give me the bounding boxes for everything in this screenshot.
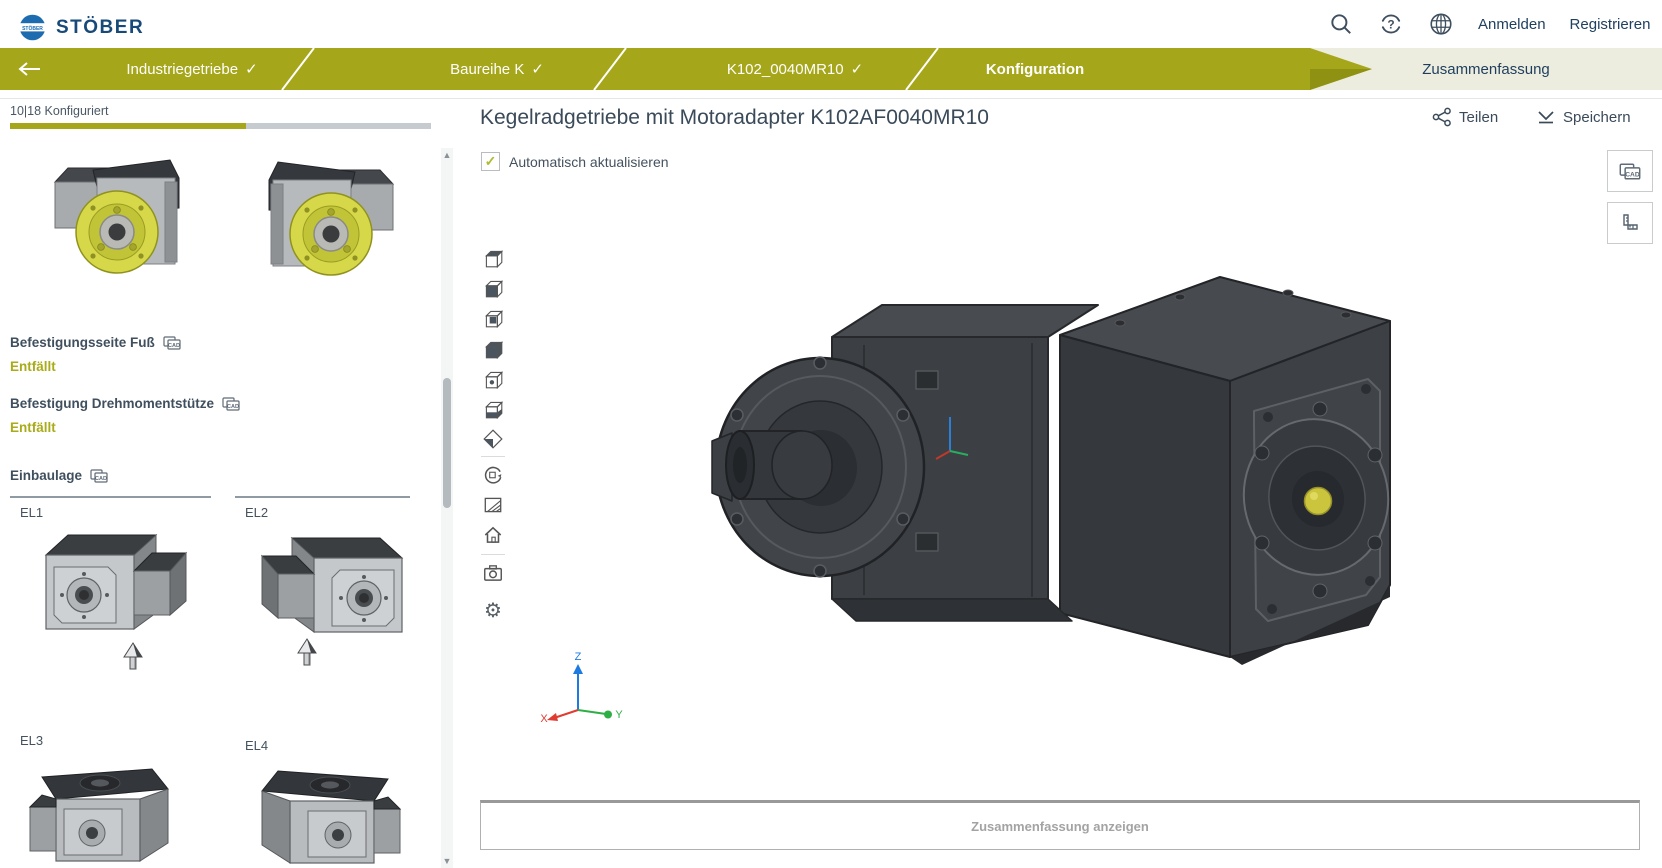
section-value: Entfällt [10,359,56,374]
sidebar-scrollbar-thumb[interactable] [443,378,451,508]
auto-update-checkbox[interactable]: ✓ [481,152,500,171]
scroll-up-icon[interactable]: ▲ [441,148,453,162]
scroll-down-icon[interactable]: ▼ [441,854,453,868]
view-front-icon[interactable] [482,368,504,390]
cad-download-icon[interactable] [222,397,240,411]
progress-bar [10,123,431,129]
view-bottom-icon[interactable] [482,398,504,420]
step-check-icon: ✓ [531,60,544,78]
cad-export-button[interactable] [1607,150,1653,192]
progress-label: 10|18 Konfiguriert [10,104,108,118]
back-arrow-icon [18,61,42,77]
header-divider [0,98,1662,99]
sidebar-scrollbar-track[interactable] [441,148,453,868]
viewer-settings-icon[interactable]: ⚙ [482,600,504,622]
progress-fill [10,123,246,129]
view-back-icon[interactable] [482,307,504,329]
step-k102-0040mr10[interactable]: K102_0040MR10 ✓ [727,48,863,90]
option-column-rule [10,496,211,498]
measure-button[interactable] [1607,202,1653,244]
view-isometric-icon[interactable] [482,428,504,450]
language-globe-icon[interactable] [1428,11,1454,37]
logo-micro-text: STÖBER [22,25,43,32]
toolbar-divider [481,456,505,457]
view-top-icon[interactable] [482,247,504,269]
einbaulage-option-el3-label: EL3 [20,733,43,748]
page-title: Kegelradgetriebe mit Motoradapter K102AF… [480,106,989,130]
option-thumbnail-right[interactable] [268,150,413,283]
section-befestigung-drehmomentstuetze: Befestigung Drehmomentstütze [10,396,240,411]
share-icon [1432,107,1452,127]
step-industriegetriebe[interactable]: Industriegetriebe ✓ [126,48,257,90]
help-icon[interactable]: ? [1378,11,1404,37]
cad-download-icon[interactable] [90,469,108,483]
einbaulage-option-el4[interactable] [252,757,402,868]
axis-z-label: Z [575,651,582,663]
einbaulage-option-el1[interactable] [38,527,188,637]
toolbar-divider [481,554,505,555]
share-button[interactable]: Teilen [1432,107,1498,127]
step-check-icon: ✓ [851,60,864,78]
cad-download-icon[interactable] [163,336,181,350]
configurator-stepper: Industriegetriebe ✓ Baureihe K ✓ K102_00… [0,48,1662,90]
section-einbaulage: Einbaulage [10,468,108,483]
stoeber-logo-icon: STÖBER [18,13,47,42]
section-value: Entfällt [10,420,56,435]
step-baureihe-k[interactable]: Baureihe K ✓ [450,48,544,90]
rotate-view-icon[interactable] [482,464,504,486]
brand-wordmark: STÖBER [56,17,144,39]
mounting-direction-arrow-icon [122,642,144,670]
register-link[interactable]: Registrieren [1570,16,1651,33]
einbaulage-option-el3[interactable] [28,755,178,868]
section-plane-icon[interactable] [482,494,504,516]
svg-text:?: ? [1387,18,1394,32]
viewer-axis-triad: Z X Y [540,650,624,726]
einbaulage-option-el4-label: EL4 [245,738,268,753]
measure-ruler-icon [1619,212,1641,234]
option-column-rule [235,496,410,498]
login-link[interactable]: Anmelden [1478,16,1546,33]
axis-x-label: X [540,713,548,725]
save-button[interactable]: Speichern [1536,107,1631,127]
view-left-icon[interactable] [482,277,504,299]
search-icon[interactable] [1328,11,1354,37]
cad-download-icon [1619,163,1641,180]
save-icon [1536,107,1556,127]
einbaulage-option-el2-label: EL2 [245,505,268,520]
back-button[interactable] [10,48,50,90]
einbaulage-option-el2[interactable] [260,530,410,640]
gearbox-3d-model[interactable] [620,205,1420,705]
stoeber-logo[interactable]: STÖBER STÖBER [18,13,144,42]
auto-update-label: Automatisch aktualisieren [509,154,669,170]
step-zusammenfassung[interactable]: Zusammenfassung [1422,48,1550,90]
top-header: STÖBER STÖBER ? Anmelden Registrie [0,0,1662,48]
view-solid-icon[interactable] [482,338,504,360]
option-thumbnail-left[interactable] [35,148,180,281]
step-konfiguration[interactable]: Konfiguration [986,48,1084,90]
show-summary-button[interactable]: Zusammenfassung anzeigen [480,800,1640,850]
home-view-icon[interactable] [482,524,504,546]
stoeber-configurator: CAD [0,0,1662,868]
axis-y-label: Y [615,709,623,721]
mounting-direction-arrow-icon [296,638,318,666]
section-befestigungsseite-fuss: Befestigungsseite Fuß [10,335,181,350]
screenshot-camera-icon[interactable] [482,562,504,584]
einbaulage-option-el1-label: EL1 [20,505,43,520]
auto-update-toggle[interactable]: ✓ Automatisch aktualisieren [481,152,669,171]
step-check-icon: ✓ [245,60,258,78]
